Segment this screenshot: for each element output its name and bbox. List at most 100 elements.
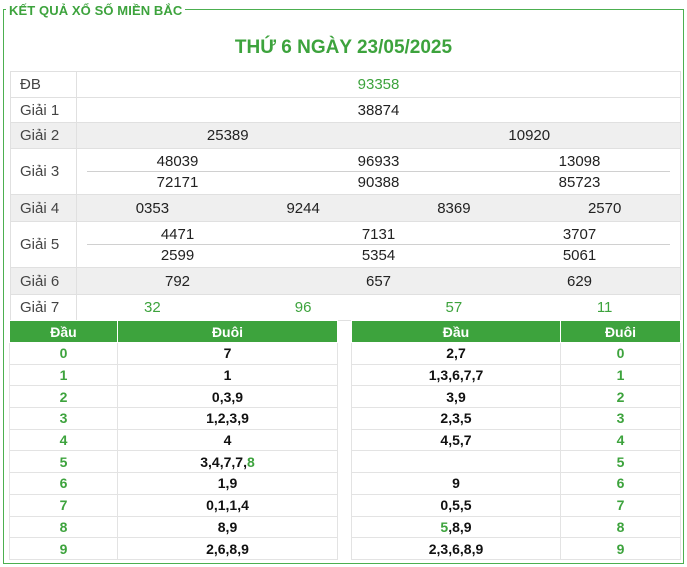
- tail-digit: 5: [560, 450, 681, 474]
- section-title: KẾT QUẢ XỔ SỐ MIỀN BẮC: [6, 3, 186, 18]
- prize-label: Giải 6: [10, 267, 77, 295]
- head-digits: 2,3,6,8,9: [351, 537, 561, 560]
- head-digit: 6: [9, 472, 118, 495]
- head-digits: 4,5,7: [351, 428, 561, 452]
- head-digit: 2: [9, 385, 118, 409]
- loto-row: 3 1,2,3,9: [9, 407, 338, 430]
- loto-head-table: Đầu Đuôi 0 7 1 1 2 0,3,9 3 1,2,3,9 4 4 5 3,4,7,7,8 6…: [9, 320, 338, 560]
- tail-digit: 2: [560, 385, 681, 409]
- divider: [87, 171, 670, 172]
- prize-label: Giải 3: [10, 148, 77, 195]
- prize-value: 13098: [558, 152, 601, 170]
- prize-value: 3707: [562, 225, 597, 243]
- head-digits: 2,7: [351, 342, 561, 365]
- special-digit: 8: [246, 453, 255, 470]
- loto-row: 11: [9, 363, 338, 387]
- loto-row: 7 0,1,1,4: [9, 493, 338, 517]
- column-header-duoi: Đuôi: [560, 320, 681, 343]
- tail-digits: 1,9: [117, 472, 338, 495]
- prize-row-g5: Giải 5 4471 7131 3707 2599 5354 5061: [10, 221, 681, 268]
- prize-value: 85723: [558, 173, 601, 191]
- tail-digit: 3: [560, 407, 681, 430]
- prize-row-g3: Giải 3 48039 96933 13098 72171 90388 857…: [10, 148, 681, 195]
- tail-digits: 2,6,8,9: [117, 537, 338, 560]
- tail-digit: 8: [560, 515, 681, 539]
- tail-digits: 1,2,3,9: [117, 407, 338, 430]
- loto-row: 2,3,6,8,9 9: [351, 537, 681, 560]
- prize-value: 657: [365, 272, 392, 290]
- head-digits: 5,8,9: [351, 515, 561, 539]
- head-digits: 0,5,5: [351, 493, 561, 517]
- prize-row-g6: Giải 6 792 657 629: [10, 267, 681, 295]
- tail-digits: 3,4,7,7,8: [117, 450, 338, 474]
- tail-digit: 0: [560, 342, 681, 365]
- loto-row: 96: [351, 472, 681, 495]
- loto-row: 2 0,3,9: [9, 385, 338, 409]
- head-digit: 4: [9, 428, 118, 452]
- tail-digit: 4: [560, 428, 681, 452]
- prize-row-g2: Giải 2 25389 10920: [10, 122, 681, 149]
- prize-value: 32: [144, 299, 161, 316]
- loto-row: 5 3,4,7,7,8: [9, 450, 338, 474]
- column-header-dau: Đầu: [351, 320, 561, 343]
- head-digit: 3: [9, 407, 118, 430]
- head-digit: 1: [9, 363, 118, 387]
- head-digits: 1,3,6,7,7: [351, 363, 561, 387]
- tail-digits: 0,1,1,4: [117, 493, 338, 517]
- prize-label: Giải 5: [10, 221, 77, 268]
- prize-label: Giải 1: [10, 97, 77, 123]
- prize-value: 5354: [361, 246, 396, 264]
- head-digits: 9: [351, 472, 561, 495]
- tail-digits: 1: [117, 363, 338, 387]
- prize-value: 96933: [357, 152, 400, 170]
- prize-value: 48039: [156, 152, 199, 170]
- prize-value: 10920: [508, 127, 551, 144]
- prize-value: 2570: [587, 199, 622, 217]
- prize-value: 8369: [437, 199, 471, 217]
- prize-label: Giải 7: [10, 294, 77, 321]
- loto-row: 2,7 0: [351, 342, 681, 365]
- loto-tail-table: Đầu Đuôi 2,7 0 1,3,6,7,7 1 3,9 2 2,3,5 3 4,5,7 4 5…: [351, 320, 681, 560]
- prize-value: 0353: [135, 199, 170, 217]
- column-header-dau: Đầu: [9, 320, 118, 343]
- prize-label: ĐB: [10, 71, 77, 98]
- tail-digits: 0,3,9: [117, 385, 338, 409]
- loto-row: 8 8,9: [9, 515, 338, 539]
- prize-row-db: ĐB 93358: [10, 71, 681, 98]
- tail-digits: 4: [117, 428, 338, 452]
- head-digit: 5: [9, 450, 118, 474]
- tail-digit: 9: [560, 537, 681, 560]
- date-title: THỨ 6 NGÀY 23/05/2025: [234, 37, 453, 58]
- special-prize-value: 93358: [357, 76, 400, 93]
- loto-digits: 3,4,7,7,: [200, 453, 247, 470]
- prize-value: 792: [164, 272, 191, 290]
- loto-row: 9 2,6,8,9: [9, 537, 338, 560]
- head-digit: 9: [9, 537, 118, 560]
- tail-digit: 1: [560, 363, 681, 387]
- loto-row: 5,8,9 8: [351, 515, 681, 539]
- prize-value: 7131: [361, 225, 396, 243]
- prize-value: 38874: [357, 101, 400, 119]
- loto-row: 4,5,7 4: [351, 428, 681, 452]
- prize-value: 57: [445, 299, 463, 316]
- head-digit: 7: [9, 493, 118, 517]
- prize-value: 5061: [562, 246, 597, 264]
- tail-digit: 6: [560, 472, 681, 495]
- prize-label: Giải 4: [10, 194, 77, 222]
- loto-digits: ,8,9: [448, 518, 472, 535]
- head-digit: 8: [9, 515, 118, 539]
- prize-value: 9244: [286, 199, 320, 217]
- prize-value: 25389: [206, 127, 249, 144]
- head-digits: 3,9: [351, 385, 561, 409]
- prize-row-g4: Giải 4 0353 9244 8369 2570: [10, 194, 681, 222]
- prize-value: 629: [566, 272, 593, 290]
- prize-value: 90388: [357, 173, 400, 191]
- loto-row: 2,3,5 3: [351, 407, 681, 430]
- loto-row: 44: [9, 428, 338, 452]
- head-digit: 0: [9, 342, 118, 365]
- tail-digits: 7: [117, 342, 338, 365]
- prize-value: 72171: [156, 173, 199, 191]
- loto-row: 3,9 2: [351, 385, 681, 409]
- prize-row-g1: Giải 1 38874: [10, 97, 681, 123]
- divider: [87, 244, 670, 245]
